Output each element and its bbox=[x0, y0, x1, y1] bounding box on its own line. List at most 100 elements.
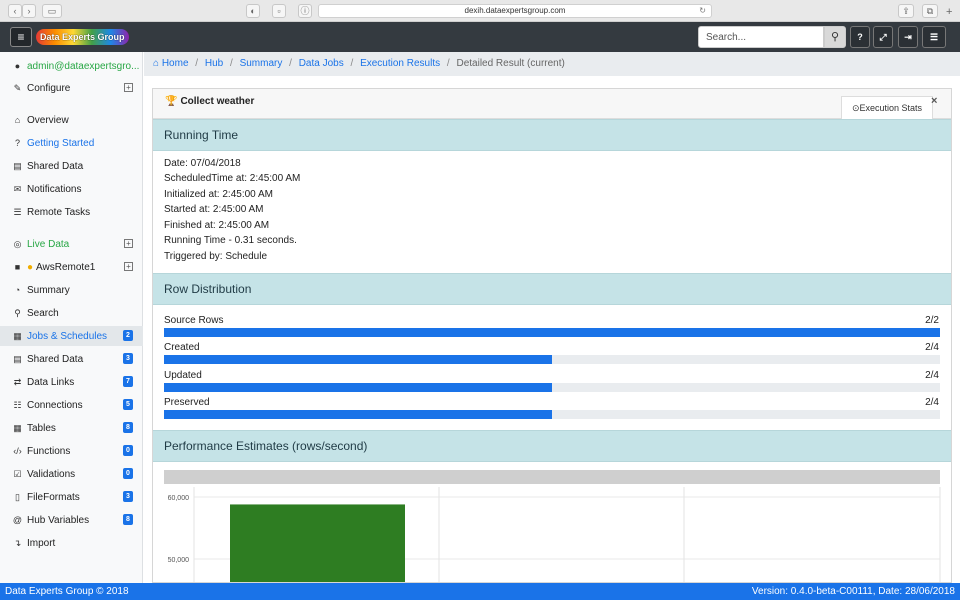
info-running-time: Running Time - 0.31 seconds. bbox=[164, 235, 297, 246]
breadcrumb-separator: / bbox=[289, 58, 292, 69]
data-links-label: Data Links bbox=[27, 377, 75, 388]
running-time-heading: Running Time bbox=[153, 119, 951, 151]
sidebar-item-aws-remote[interactable]: ■ ● AwsRemote1 + bbox=[0, 257, 143, 277]
sidebar-item-getting-started[interactable]: ? Getting Started bbox=[0, 133, 143, 153]
settings-toggle-icon[interactable]: ☰ bbox=[922, 26, 946, 48]
breadcrumb-home[interactable]: Home bbox=[162, 58, 189, 69]
logout-icon[interactable]: ⇥ bbox=[898, 26, 918, 48]
import-icon: ↴ bbox=[13, 538, 22, 548]
fullscreen-icon[interactable]: ⤢ bbox=[873, 26, 893, 48]
newspaper-icon: ▤ bbox=[13, 354, 22, 364]
getting-started-label: Getting Started bbox=[27, 138, 95, 149]
sidebar-item-overview[interactable]: ⌂ Overview bbox=[0, 110, 143, 130]
execution-stats-tab[interactable]: ⊙Execution Stats bbox=[841, 96, 933, 119]
sidebar-item-user[interactable]: ● admin@dataexpertsgro... bbox=[0, 56, 143, 76]
shield-icon[interactable]: ◐ bbox=[246, 4, 260, 18]
breadcrumb-separator: / bbox=[195, 58, 199, 69]
sidebar-item-file-formats[interactable]: ▯ FileFormats 3 bbox=[0, 487, 143, 507]
sidebar-item-notifications[interactable]: ✉ Notifications bbox=[0, 179, 143, 199]
breadcrumb-data-jobs[interactable]: Data Jobs bbox=[299, 58, 344, 69]
browser-toolbar: ‹ › ▭ ◐ ▫ ⓘ dexih.dataexpertsgroup.com ↻… bbox=[0, 0, 960, 22]
sidebar-item-connections[interactable]: ☷ Connections 5 bbox=[0, 395, 143, 415]
footer: Data Experts Group © 2018 Version: 0.4.0… bbox=[0, 583, 960, 600]
updated-label: Updated bbox=[164, 370, 202, 381]
newspaper-icon: ▤ bbox=[13, 161, 22, 171]
hub-variables-label: Hub Variables bbox=[27, 515, 90, 526]
sidebar-item-import[interactable]: ↴ Import bbox=[0, 533, 143, 553]
expand-icon[interactable]: + bbox=[124, 262, 133, 271]
sidebar-item-configure[interactable]: ✎ Configure + bbox=[0, 78, 143, 98]
expand-icon[interactable]: + bbox=[124, 239, 133, 248]
file-icon: ▯ bbox=[15, 492, 20, 502]
breadcrumb: ⌂ Home / Hub / Summary / Data Jobs / Exe… bbox=[144, 52, 960, 76]
tables-count-badge: 8 bbox=[123, 422, 133, 433]
info-initialized: Initialized at: 2:45:00 AM bbox=[164, 189, 273, 200]
warning-icon: ● bbox=[27, 262, 34, 273]
help-button[interactable]: ? bbox=[850, 26, 870, 48]
tables-label: Tables bbox=[27, 423, 56, 434]
sidebar-item-functions[interactable]: ‹/› Functions 0 bbox=[0, 441, 143, 461]
chart-bar bbox=[230, 504, 405, 582]
sidebar-item-hub-variables[interactable]: @ Hub Variables 8 bbox=[0, 510, 143, 530]
menu-icon[interactable]: ≡ bbox=[10, 27, 32, 47]
user-icon: ● bbox=[14, 61, 21, 71]
data-links-count-badge: 7 bbox=[123, 376, 133, 387]
info-scheduled-time: ScheduledTime at: 2:45:00 AM bbox=[164, 173, 301, 184]
sidebar-item-hub-shared-data[interactable]: ▤ Shared Data 3 bbox=[0, 349, 143, 369]
trash-icon[interactable]: ▫ bbox=[272, 4, 286, 18]
app-header: ≡ Data Experts Group ⚲ ? ⤢ ⇥ ☰ bbox=[0, 22, 960, 52]
created-progress-fill bbox=[164, 355, 552, 364]
configure-label: Configure bbox=[27, 83, 71, 94]
address-bar[interactable]: dexih.dataexpertsgroup.com ↻ bbox=[318, 4, 712, 18]
sidebar-item-shared-data[interactable]: ▤ Shared Data bbox=[0, 156, 143, 176]
updated-progress-fill bbox=[164, 383, 552, 392]
sidebar-item-remote-tasks[interactable]: ☰ Remote Tasks bbox=[0, 202, 143, 222]
breadcrumb-hub[interactable]: Hub bbox=[205, 58, 223, 69]
footer-version: Version: 0.4.0-beta-C00111, Date: 28/06/… bbox=[751, 586, 955, 597]
sidebar-item-validations[interactable]: ☑ Validations 0 bbox=[0, 464, 143, 484]
breadcrumb-summary[interactable]: Summary bbox=[240, 58, 283, 69]
performance-chart-svg: 60,000 50,000 bbox=[168, 487, 941, 582]
chart-toolbar bbox=[164, 470, 940, 484]
calendar-icon: ▦ bbox=[13, 331, 22, 341]
info-date: Date: 07/04/2018 bbox=[164, 158, 241, 169]
source-rows-progress bbox=[164, 328, 940, 337]
info-icon[interactable]: ⓘ bbox=[298, 4, 312, 18]
footer-copyright: Data Experts Group © 2018 bbox=[5, 586, 129, 597]
summary-label: Summary bbox=[27, 285, 70, 296]
lock-icon: ■ bbox=[14, 262, 21, 272]
breadcrumb-separator: / bbox=[350, 58, 354, 69]
performance-chart: 60,000 50,000 bbox=[153, 487, 951, 582]
jobs-count-badge: 2 bbox=[123, 330, 133, 341]
home-icon[interactable]: ⌂ bbox=[153, 58, 159, 69]
reload-icon[interactable]: ↻ bbox=[699, 5, 706, 17]
search-icon[interactable]: ⚲ bbox=[824, 26, 846, 48]
sidebar-item-jobs[interactable]: ▦ Jobs & Schedules 2 bbox=[0, 326, 143, 346]
breadcrumb-separator: / bbox=[230, 58, 233, 69]
sidebar-item-live-data[interactable]: ◎ Live Data + bbox=[0, 234, 143, 254]
info-started: Started at: 2:45:00 AM bbox=[164, 204, 264, 215]
sidebar-item-summary[interactable]: ◔ Summary bbox=[0, 280, 143, 300]
sidebar-item-data-links[interactable]: ⇄ Data Links 7 bbox=[0, 372, 143, 392]
back-icon[interactable]: ‹ bbox=[8, 4, 22, 18]
preserved-progress-fill bbox=[164, 410, 552, 419]
source-rows-progress-fill bbox=[164, 328, 940, 337]
forward-icon[interactable]: › bbox=[22, 4, 36, 18]
close-icon[interactable]: × bbox=[931, 95, 937, 107]
sidebar-item-tables[interactable]: ▦ Tables 8 bbox=[0, 418, 143, 438]
created-ratio: 2/4 bbox=[925, 342, 939, 353]
preserved-ratio: 2/4 bbox=[925, 397, 939, 408]
tabs-icon[interactable]: ⧉ bbox=[922, 4, 938, 18]
new-tab-icon[interactable]: + bbox=[946, 6, 952, 18]
sidebar-toggle-icon[interactable]: ▭ bbox=[42, 4, 62, 18]
share-icon[interactable]: ⇪ bbox=[898, 4, 914, 18]
logo[interactable]: Data Experts Group bbox=[36, 29, 129, 45]
sidebar-item-search[interactable]: ⚲ Search bbox=[0, 303, 143, 323]
created-progress bbox=[164, 355, 940, 364]
trophy-icon: 🏆 bbox=[165, 96, 178, 107]
shared-data-label: Shared Data bbox=[27, 161, 84, 172]
expand-icon[interactable]: + bbox=[124, 83, 133, 92]
validations-count-badge: 0 bbox=[123, 468, 133, 479]
breadcrumb-execution-results[interactable]: Execution Results bbox=[360, 58, 440, 69]
search-input[interactable] bbox=[698, 26, 824, 48]
